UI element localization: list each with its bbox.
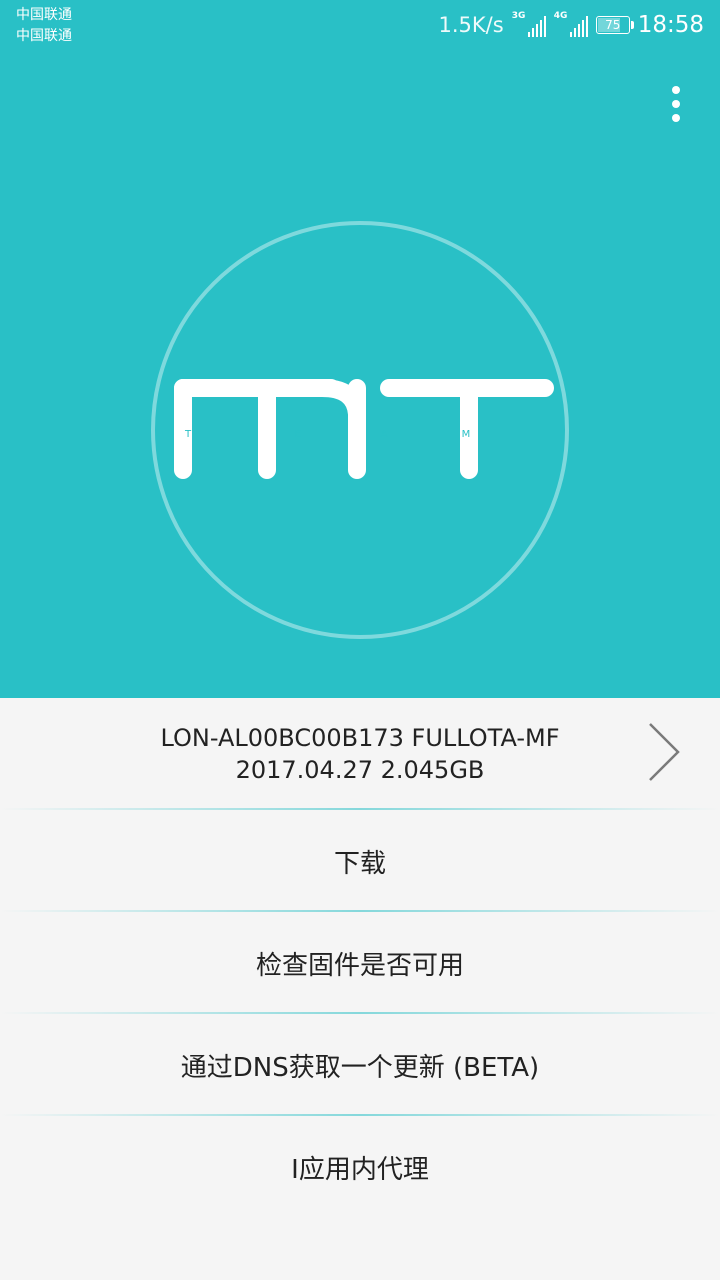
download-label: 下载 bbox=[333, 848, 386, 879]
more-vert-icon[interactable] bbox=[656, 82, 696, 126]
svg-text:M: M bbox=[462, 429, 471, 440]
firmware-date-size: 2017.04.27 2.045GB bbox=[235, 756, 485, 784]
svg-text:T: T bbox=[184, 429, 192, 440]
in-app-proxy-button[interactable]: I应用内代理 bbox=[0, 1116, 720, 1218]
status-time: 18:58 bbox=[637, 12, 704, 38]
sim2-network-type: 4G bbox=[553, 11, 568, 21]
mt-team-logo: T E A M bbox=[148, 218, 572, 642]
in-app-proxy-label: I应用内代理 bbox=[291, 1154, 429, 1185]
dns-update-label: 通过DNS获取一个更新 (BETA) bbox=[180, 1052, 540, 1083]
firmware-info: LON-AL00BC00B173 FULLOTA-MF 2017.04.27 2… bbox=[160, 722, 559, 786]
header-banner: 中国联通 中国联通 1.5K/s 3G 4G 75 18:58 T E A M bbox=[0, 0, 720, 698]
chevron-right-icon[interactable] bbox=[646, 722, 682, 782]
status-bar: 中国联通 中国联通 1.5K/s 3G 4G 75 18:58 bbox=[0, 0, 720, 50]
carrier-1-label: 中国联通 bbox=[16, 7, 72, 23]
check-firmware-label: 检查固件是否可用 bbox=[255, 950, 464, 981]
download-button[interactable]: 下载 bbox=[0, 810, 720, 912]
svg-text:E: E bbox=[295, 429, 301, 440]
sim1-network-type: 3G bbox=[511, 11, 526, 21]
network-speed: 1.5K/s bbox=[438, 13, 504, 37]
status-indicators: 1.5K/s 3G 4G 75 18:58 bbox=[439, 10, 704, 40]
battery-level: 75 bbox=[605, 18, 621, 32]
action-list: LON-AL00BC00B173 FULLOTA-MF 2017.04.27 2… bbox=[0, 698, 720, 1218]
svg-text:A: A bbox=[381, 429, 388, 440]
firmware-info-row[interactable]: LON-AL00BC00B173 FULLOTA-MF 2017.04.27 2… bbox=[0, 698, 720, 810]
sim2-signal-icon: 4G bbox=[553, 11, 588, 37]
carrier-2-label: 中国联通 bbox=[16, 28, 72, 44]
check-firmware-button[interactable]: 检查固件是否可用 bbox=[0, 912, 720, 1014]
battery-icon: 75 bbox=[595, 16, 634, 34]
dns-update-button[interactable]: 通过DNS获取一个更新 (BETA) bbox=[0, 1014, 720, 1116]
carrier-labels: 中国联通 中国联通 bbox=[16, 5, 72, 47]
sim1-signal-icon: 3G bbox=[511, 11, 546, 37]
firmware-name: LON-AL00BC00B173 FULLOTA-MF bbox=[160, 724, 560, 752]
